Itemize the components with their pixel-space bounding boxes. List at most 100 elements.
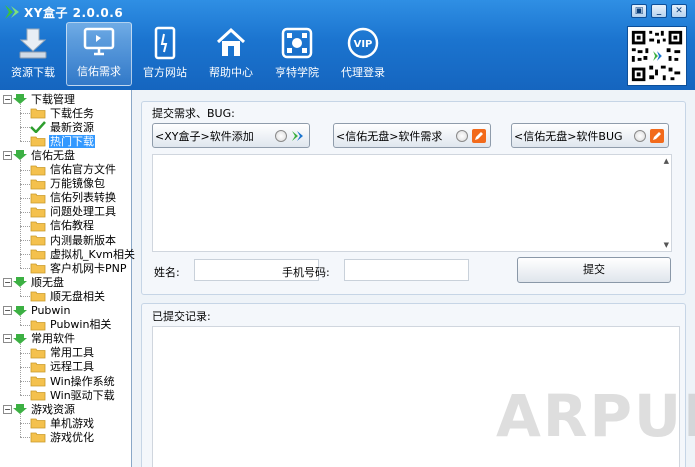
tree-item[interactable]: Pubwin相关 — [30, 318, 112, 332]
tree-group[interactable]: − 下载管理 — [3, 92, 76, 106]
radio-button[interactable] — [634, 129, 646, 142]
radio-button[interactable] — [456, 129, 468, 142]
tree-item-label: 内测最新版本 — [50, 233, 116, 247]
folder-icon — [30, 165, 46, 175]
toolbar-requirements-button[interactable]: 信佑需求 — [66, 22, 132, 86]
tree-group[interactable]: − 信佑无盘 — [3, 148, 76, 162]
toolbar-download-button[interactable]: 资源下载 — [0, 22, 66, 86]
tree-connector — [20, 287, 21, 297]
title-bar: XY盒子 2.0.0.6 ▣ _ ✕ 资源下载 信佑需求 官方网站 帮助中心 亨… — [0, 0, 695, 90]
restore-button[interactable]: ▣ — [631, 4, 647, 18]
folder-icon — [30, 390, 46, 401]
tree-item[interactable]: 热门下载 — [30, 134, 95, 148]
tree-group-label: Pubwin — [31, 304, 71, 317]
tree-item[interactable]: 常用工具 — [30, 346, 95, 360]
scroll-down-icon[interactable]: ▼ — [664, 241, 669, 249]
tree-group-label: 下载管理 — [31, 92, 75, 106]
window-title: XY盒子 2.0.0.6 — [0, 2, 123, 22]
scroll-up-icon[interactable]: ▲ — [664, 157, 669, 165]
tree-item[interactable]: Win操作系统 — [30, 374, 116, 388]
tree-item[interactable]: 信佑列表转换 — [30, 191, 117, 205]
collapse-icon[interactable]: − — [3, 94, 12, 104]
radio-button[interactable] — [275, 129, 287, 142]
tree-item-label: 下载任务 — [50, 106, 94, 120]
tree-item-label: 问题处理工具 — [50, 205, 116, 219]
collapse-icon[interactable]: − — [3, 306, 12, 315]
collapse-icon[interactable]: − — [3, 404, 12, 414]
watermark: ARPUN — [496, 382, 695, 450]
tree-item[interactable]: 问题处理工具 — [30, 205, 117, 219]
tree-connector — [20, 197, 30, 199]
option-xinyou-software-bug[interactable]: <信佑无盘>软件BUG — [511, 123, 669, 148]
app-logo-icon — [5, 5, 19, 19]
folder-icon — [30, 263, 46, 274]
tree-connector — [20, 315, 21, 325]
download-icon — [19, 28, 47, 59]
tree-item[interactable]: 单机游戏 — [30, 416, 95, 430]
option-label: <XY盒子>软件添加 — [155, 129, 254, 143]
tree-connector — [20, 254, 30, 256]
tree-item[interactable]: 最新资源 — [30, 120, 95, 134]
tree-group[interactable]: − Pubwin — [3, 304, 71, 318]
request-description-textarea[interactable]: ▲ ▼ — [152, 154, 672, 252]
option-xy-box-software-add[interactable]: <XY盒子>软件添加 — [152, 123, 310, 148]
tree-item[interactable]: 内测最新版本 — [30, 233, 117, 247]
folder-icon — [30, 432, 46, 443]
toolbar-website-button[interactable]: 官方网站 — [132, 22, 198, 86]
monitor-icon — [83, 27, 115, 56]
folder-icon — [30, 291, 46, 302]
tree-item-label: 最新资源 — [50, 120, 94, 134]
toolbar-academy-button[interactable]: 亨特学院 — [264, 22, 330, 86]
folder-icon — [30, 362, 46, 373]
folder-icon — [30, 193, 46, 204]
edit-icon — [650, 128, 664, 143]
option-xinyou-software-request[interactable]: <信佑无盘>软件需求 — [333, 123, 491, 148]
tree-item[interactable]: 万能镜像包 — [30, 177, 106, 191]
collapse-icon[interactable]: − — [3, 277, 12, 287]
tree-connector — [20, 113, 30, 115]
tree-item[interactable]: 虚拟机_Kvm相关 — [30, 247, 136, 261]
tree-connector — [20, 240, 30, 241]
tree-item-label: 远程工具 — [50, 360, 94, 374]
folder-icon — [30, 418, 46, 429]
collapse-icon[interactable]: − — [3, 150, 12, 160]
folder-icon — [30, 249, 46, 260]
tree-item[interactable]: 下载任务 — [30, 106, 95, 120]
tree-connector — [20, 141, 30, 143]
tree-group[interactable]: − 顺无盘 — [3, 275, 65, 289]
qr-code-icon — [627, 26, 687, 86]
name-label: 姓名: — [154, 266, 180, 279]
tree-item[interactable]: 游戏优化 — [30, 430, 95, 444]
tree-item[interactable]: 信佑官方文件 — [30, 163, 117, 177]
tree-group[interactable]: − 常用软件 — [3, 332, 76, 346]
tree-item[interactable]: Win驱动下载 — [30, 388, 116, 402]
toolbar-label: 官方网站 — [143, 66, 187, 79]
tree-item[interactable]: 远程工具 — [30, 360, 95, 374]
xy-logo-icon — [292, 130, 303, 141]
toolbar-agent-login-button[interactable]: VIP 代理登录 — [330, 22, 396, 86]
tree-item[interactable]: 客户机网卡PNP — [30, 261, 128, 275]
collapse-icon[interactable]: − — [3, 334, 12, 344]
folder-icon — [30, 136, 46, 147]
tree-item-label: 信佑官方文件 — [50, 163, 116, 176]
folder-icon — [30, 376, 46, 387]
tree-item-label: Pubwin相关 — [50, 318, 112, 332]
tree-connector — [20, 211, 30, 213]
close-button[interactable]: ✕ — [671, 4, 687, 18]
tree-group-label: 顺无盘 — [31, 275, 64, 289]
minimize-button[interactable]: _ — [651, 4, 667, 18]
tree-connector — [20, 352, 30, 354]
tree-connector — [20, 366, 30, 368]
tree-item[interactable]: 顺无盘相关 — [30, 289, 106, 303]
check-icon — [30, 121, 46, 134]
folder-icon — [30, 108, 46, 119]
tree-group[interactable]: − 游戏资源 — [3, 402, 76, 416]
tree-connector — [20, 395, 30, 397]
folder-icon — [30, 179, 46, 189]
option-label: <信佑无盘>软件BUG — [514, 129, 623, 143]
tree-item[interactable]: 信佑教程 — [30, 219, 95, 233]
toolbar-help-button[interactable]: 帮助中心 — [198, 22, 264, 86]
phone-input[interactable] — [344, 259, 469, 281]
toolbar-label: 亨特学院 — [275, 66, 319, 79]
submit-button[interactable]: 提交 — [517, 257, 671, 283]
